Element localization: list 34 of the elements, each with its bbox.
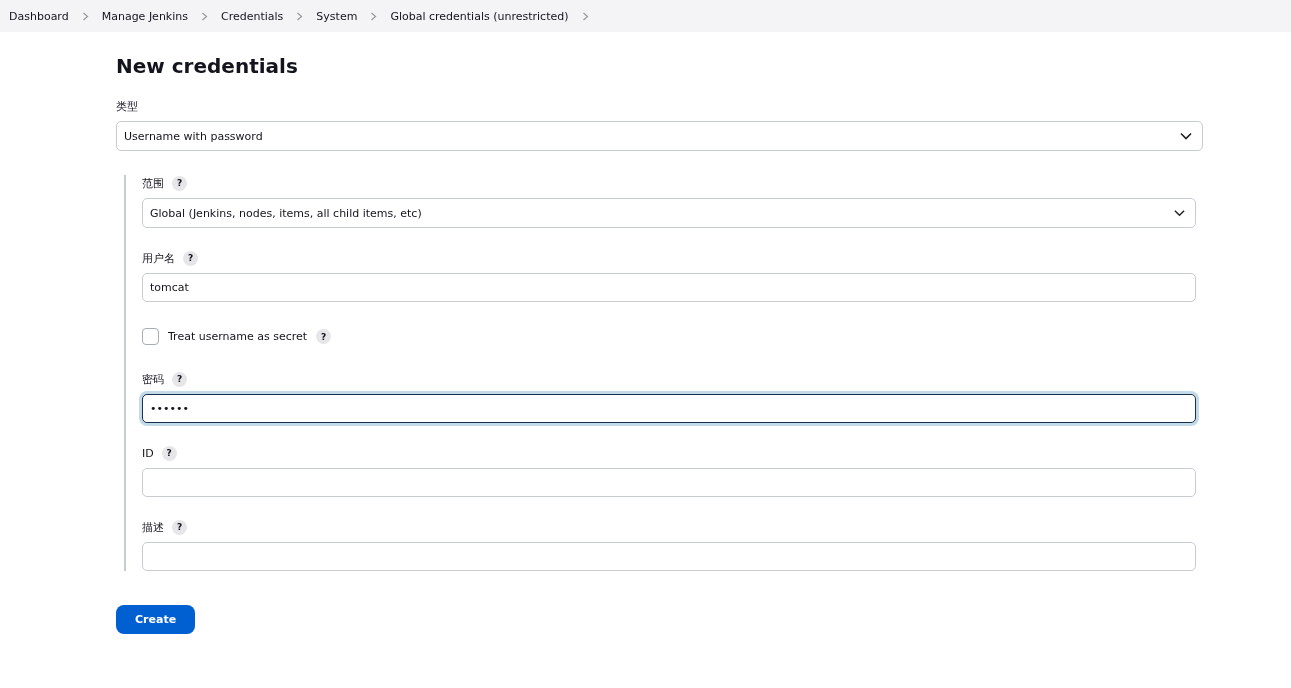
help-icon[interactable]: ? bbox=[172, 519, 187, 535]
chevron-right-icon bbox=[201, 11, 208, 21]
help-icon[interactable]: ? bbox=[183, 250, 198, 266]
checkbox[interactable] bbox=[142, 328, 159, 345]
create-button[interactable]: Create bbox=[116, 605, 196, 634]
field-label: 描述 bbox=[142, 519, 164, 535]
field-label: 类型 bbox=[116, 98, 138, 114]
page-title: New credentials bbox=[116, 54, 299, 78]
breadcrumb-link[interactable]: Global credentials (unrestricted) bbox=[390, 9, 569, 23]
help-icon[interactable]: ? bbox=[172, 371, 187, 387]
breadcrumb-link[interactable]: System bbox=[316, 9, 358, 23]
chevron-right-icon bbox=[296, 11, 304, 21]
input-field[interactable] bbox=[142, 468, 1196, 497]
scope-select[interactable]: Global (Jenkins, nodes, items, all child items, etc) bbox=[142, 198, 1196, 228]
breadcrumb-link[interactable]: Dashboard bbox=[9, 9, 69, 23]
help-icon[interactable]: ? bbox=[161, 445, 177, 461]
help-icon[interactable]: ? bbox=[172, 175, 187, 191]
field-label: ID bbox=[142, 446, 154, 460]
field-label: 范围 bbox=[142, 175, 164, 191]
chevron-down-icon bbox=[1180, 132, 1192, 140]
help-icon[interactable]: ? bbox=[316, 329, 332, 344]
chevron-right-icon bbox=[581, 11, 589, 21]
chevron-right-icon bbox=[370, 11, 378, 21]
chevron-right-icon bbox=[81, 11, 89, 21]
input-field[interactable] bbox=[142, 542, 1196, 571]
field-label: 用户名 bbox=[142, 250, 175, 266]
breadcrumb-link[interactable]: Credentials bbox=[221, 9, 284, 23]
input-field[interactable]: tomcat bbox=[142, 273, 1196, 302]
input-field[interactable]: •••••• bbox=[142, 394, 1196, 423]
breadcrumb-link[interactable]: Manage Jenkins bbox=[101, 9, 188, 23]
field-label: 密码 bbox=[142, 371, 164, 387]
type-select[interactable]: Username with password bbox=[116, 121, 1203, 151]
chevron-down-icon bbox=[1174, 209, 1185, 217]
checkbox-label: Treat username as secret bbox=[168, 330, 308, 343]
